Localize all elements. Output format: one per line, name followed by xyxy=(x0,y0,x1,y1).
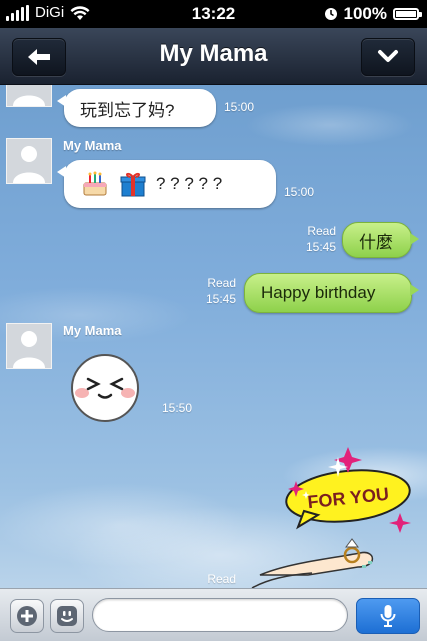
message-input-bar xyxy=(0,588,427,641)
avatar[interactable] xyxy=(6,323,52,369)
message-time: 15:00 xyxy=(284,185,315,199)
sender-name: My Mama xyxy=(63,138,122,153)
chevron-down-icon xyxy=(378,50,398,62)
emoji-button[interactable] xyxy=(50,599,84,633)
battery-percent: 100% xyxy=(343,4,387,23)
avatar[interactable] xyxy=(6,85,52,107)
read-receipt: Read 15:45 xyxy=(290,224,336,254)
avatar[interactable] xyxy=(6,138,52,184)
microphone-icon xyxy=(380,605,396,627)
chat-area[interactable]: 玩到忘了妈? 15:00 My Mama ? ? ? ? ? 15:00 Rea… xyxy=(0,85,427,588)
message-time: 15:00 xyxy=(224,100,255,114)
person-placeholder-icon xyxy=(13,146,45,183)
message-text: 什麼 xyxy=(359,232,393,252)
read-label: Read xyxy=(207,572,236,586)
gift-icon xyxy=(120,172,146,197)
message-time: 15:45 xyxy=(205,292,236,306)
laughing-face-sticker[interactable] xyxy=(68,351,142,425)
for-you-ring-sticker[interactable]: FOR YOU xyxy=(248,447,416,588)
person-placeholder-icon xyxy=(13,95,45,106)
voice-message-button[interactable] xyxy=(356,598,420,634)
battery-icon xyxy=(393,8,422,20)
nav-bar: My Mama xyxy=(0,28,427,85)
read-label: Read xyxy=(207,276,236,290)
read-label: Read xyxy=(307,224,336,238)
message-text: Happy birthday xyxy=(261,283,376,302)
message-text: 玩到忘了妈? xyxy=(80,100,175,120)
message-bubble[interactable]: ? ? ? ? ? xyxy=(57,160,276,208)
message-time: 15:45 xyxy=(305,240,336,254)
message-bubble[interactable]: 玩到忘了妈? xyxy=(57,89,216,127)
menu-dropdown-button[interactable] xyxy=(361,38,415,76)
message-time: 15:50 xyxy=(162,401,193,415)
message-bubble[interactable]: Happy birthday xyxy=(244,273,419,313)
status-bar: DiGi 13:22 100% xyxy=(0,0,427,28)
add-attachment-button[interactable] xyxy=(10,599,44,633)
sender-name: My Mama xyxy=(63,323,122,338)
message-text: ? ? ? ? ? xyxy=(156,174,223,193)
cake-icon xyxy=(83,171,107,196)
message-input[interactable] xyxy=(92,598,348,632)
smiley-icon xyxy=(57,606,77,626)
message-bubble[interactable]: 什麼 xyxy=(342,222,419,258)
plus-icon xyxy=(17,606,37,626)
person-placeholder-icon xyxy=(13,331,45,368)
read-receipt: Read 15:45 xyxy=(190,276,236,306)
alarm-clock-icon xyxy=(324,8,337,20)
